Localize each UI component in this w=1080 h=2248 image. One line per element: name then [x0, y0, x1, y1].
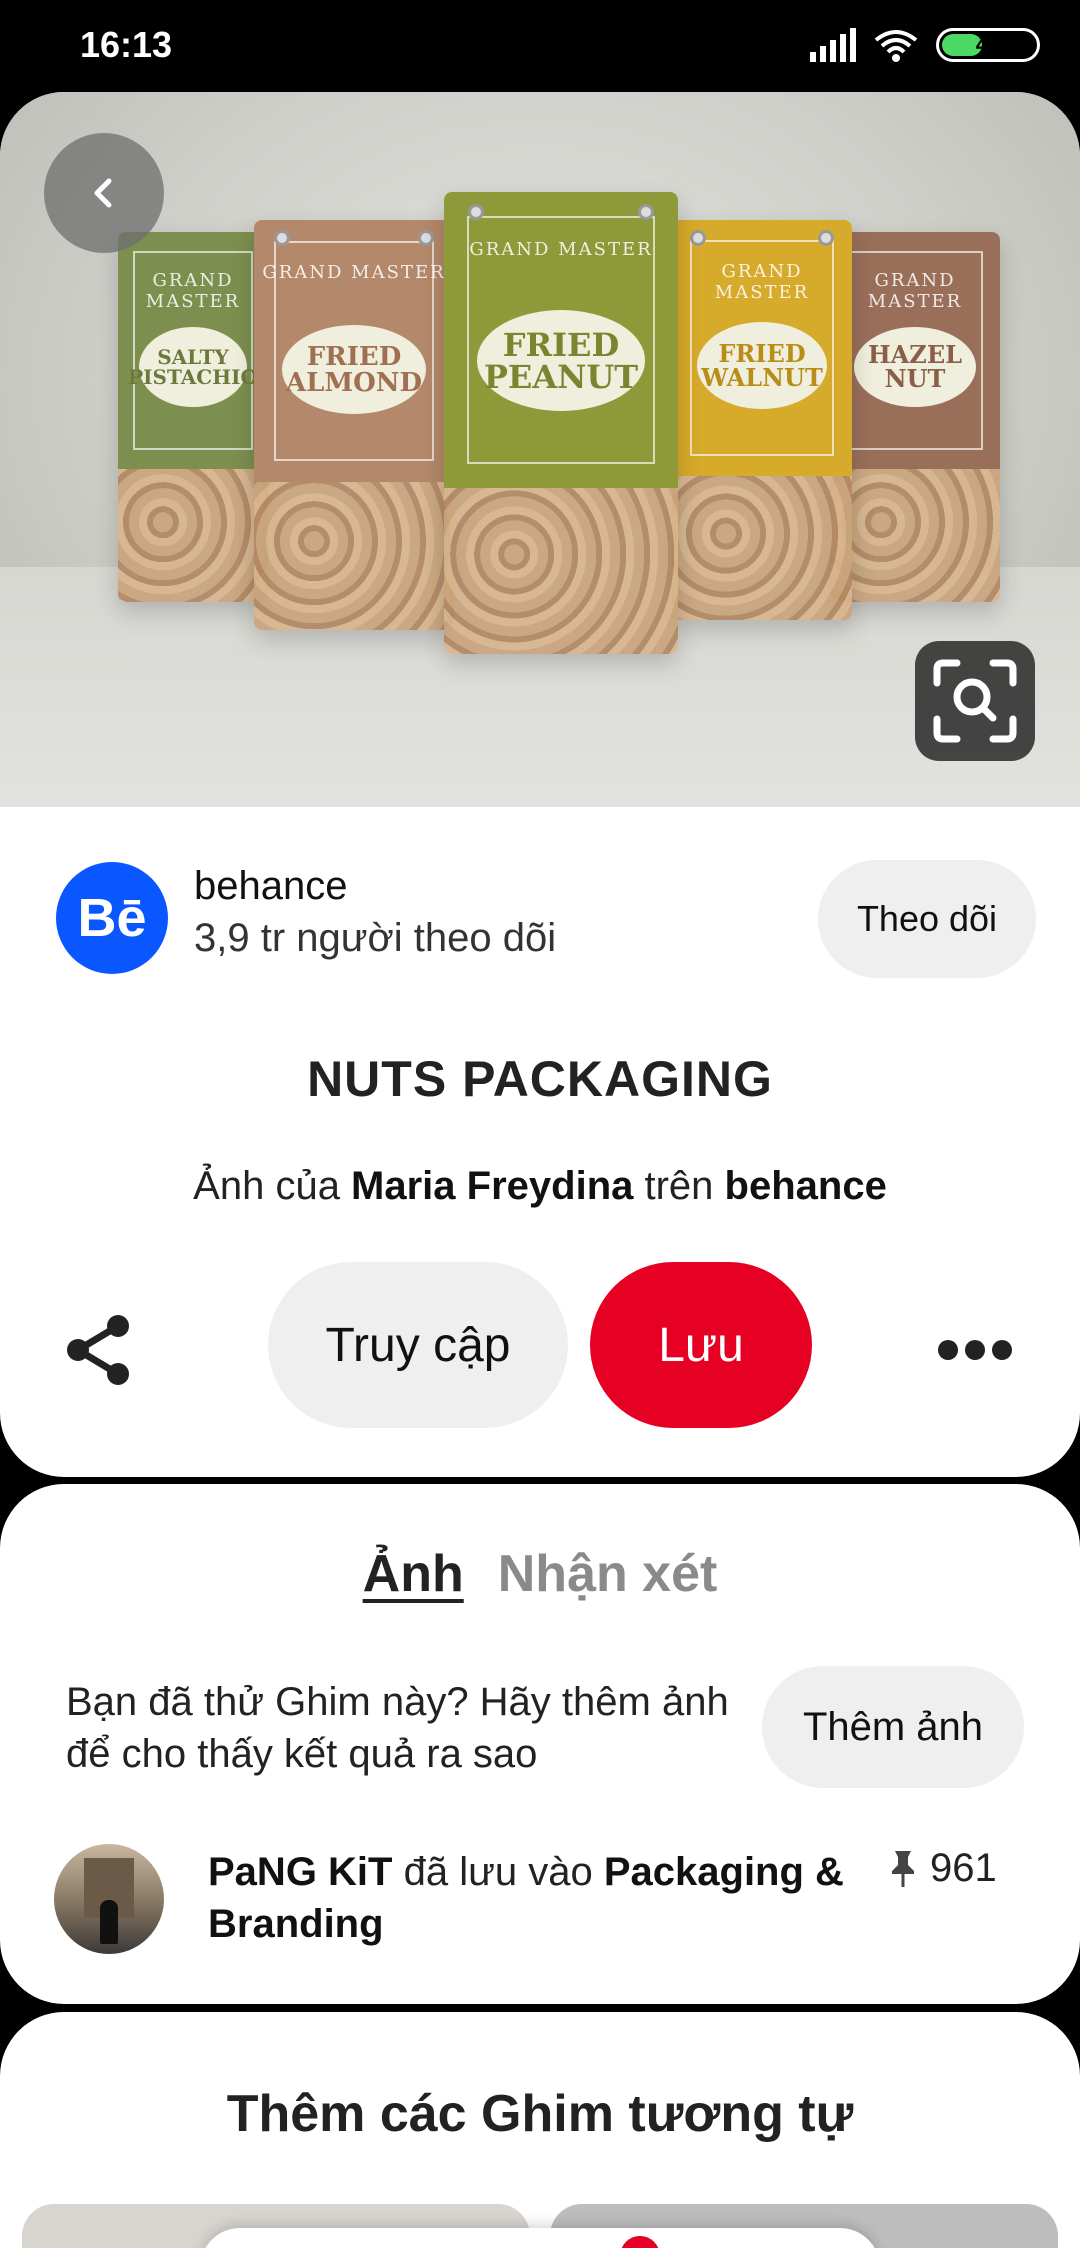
saver-text: PaNG KiT đã lưu vào Packaging & Branding — [208, 1846, 848, 1950]
tabs: Ảnh Nhận xét — [0, 1544, 1080, 1604]
follow-button[interactable]: Theo dõi — [818, 860, 1036, 978]
action-row: Truy cập Lưu — [0, 1260, 1080, 1430]
pin-attribution: Ảnh của Maria Freydina trên behance — [0, 1164, 1080, 1209]
tab-comments[interactable]: Nhận xét — [498, 1544, 718, 1604]
visual-search-button[interactable] — [915, 641, 1035, 761]
saver-avatar[interactable] — [54, 1844, 164, 1954]
wifi-icon — [874, 30, 918, 62]
photos-card: Ảnh Nhận xét Bạn đã thử Ghim này? Hãy th… — [0, 1484, 1080, 2004]
bag-label: FRIED ALMOND — [282, 324, 426, 415]
share-icon — [67, 1315, 129, 1385]
share-button[interactable] — [60, 1310, 140, 1390]
pin-title: NUTS PACKAGING — [307, 1051, 773, 1107]
pin-icon — [892, 1850, 914, 1887]
more-icon[interactable] — [938, 1330, 1012, 1370]
bag-brand: GRAND MASTER — [145, 269, 241, 312]
status-icons: 44 — [810, 28, 1040, 62]
bag-brand: GRAND MASTER — [469, 239, 653, 261]
more-title: Thêm các Ghim tương tự — [226, 2085, 854, 2143]
pin-count-value: 961 — [930, 1846, 997, 1890]
product-bag: GRAND MASTER FRIED WALNUT — [672, 220, 852, 620]
back-button[interactable] — [44, 133, 164, 253]
product-bag: GRAND MASTER FRIED PEANUT — [444, 192, 678, 654]
pin-card: GRAND MASTER SALTY PISTACHIO GRAND MASTE… — [0, 92, 1080, 1477]
tried-prompt: Bạn đã thử Ghim này? Hãy thêm ảnh để cho… — [66, 1680, 729, 1776]
creator-followers: 3,9 tr người theo dõi — [194, 916, 557, 960]
bag-brand: GRAND MASTER — [262, 261, 446, 283]
product-bag: GRAND MASTER FRIED ALMOND — [254, 220, 454, 630]
creator-row: Bē behance 3,9 tr người theo dõi Theo dõ… — [0, 852, 1080, 992]
status-time: 16:13 — [80, 24, 173, 65]
bag-brand: GRAND MASTER — [714, 260, 810, 303]
tab-photos[interactable]: Ảnh — [363, 1544, 464, 1604]
status-bar: 16:13 44 — [0, 0, 1080, 92]
more-like-this-card: Thêm các Ghim tương tự — [0, 2012, 1080, 2248]
creator-name[interactable]: behance — [194, 864, 347, 909]
visit-button[interactable]: Truy cập — [268, 1262, 568, 1428]
battery-level: 44 — [975, 32, 1001, 57]
bag-label: FRIED PEANUT — [476, 310, 646, 411]
creator-avatar[interactable]: Bē — [56, 862, 168, 974]
bag-label: FRIED WALNUT — [697, 322, 827, 410]
attribution-prefix: Ảnh của — [193, 1164, 352, 1208]
product-bag: GRAND MASTER SALTY PISTACHIO — [118, 232, 268, 602]
bag-label: HAZEL NUT — [853, 326, 977, 408]
pin-count: 961 — [890, 1846, 997, 1891]
saver-name[interactable]: PaNG KiT — [208, 1850, 392, 1894]
product-bag: GRAND MASTER HAZEL NUT — [830, 232, 1000, 602]
attribution-mid: trên — [633, 1164, 725, 1208]
bag-brand: GRAND MASTER — [867, 269, 963, 312]
battery-icon: 44 — [936, 28, 1040, 62]
signal-icon — [810, 28, 856, 62]
bottom-nav — [200, 2228, 880, 2248]
attribution-author[interactable]: Maria Freydina — [351, 1164, 633, 1208]
bag-label: SALTY PISTACHIO — [128, 326, 258, 408]
add-photo-button[interactable]: Thêm ảnh — [762, 1666, 1024, 1788]
saver-mid: đã lưu vào — [392, 1850, 604, 1894]
chevron-left-icon — [94, 178, 112, 208]
attribution-source[interactable]: behance — [725, 1164, 887, 1208]
visual-search-icon — [933, 659, 1017, 743]
save-button[interactable]: Lưu — [590, 1262, 812, 1428]
